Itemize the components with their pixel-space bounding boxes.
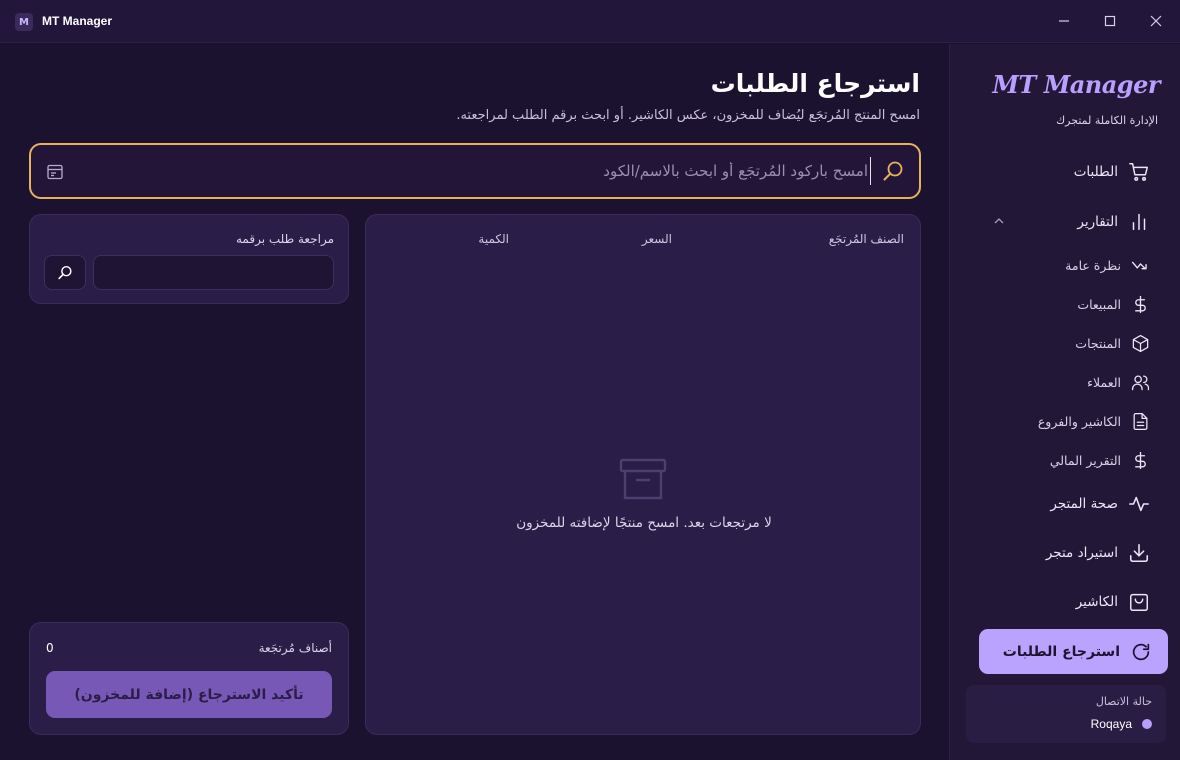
sidebar-item-label: استيراد متجر <box>1045 545 1118 561</box>
status-dot-icon <box>1142 719 1152 729</box>
archive-box-icon <box>619 458 667 500</box>
scan-bar <box>29 143 921 199</box>
trend-icon <box>1131 261 1147 269</box>
sidebar-item-label: المنتجات <box>1075 335 1121 351</box>
activity-icon <box>1129 496 1149 512</box>
sidebar-item-label: التقارير <box>1077 214 1118 230</box>
sidebar-item-label: نظرة عامة <box>1065 257 1121 273</box>
minimize-icon <box>1059 20 1069 22</box>
bag-icon <box>1130 593 1148 611</box>
connection-user-name: Roqaya <box>1090 717 1132 731</box>
order-lookup-card: مراجعة طلب برقمه <box>29 214 349 304</box>
column-header-price: السعر <box>641 232 672 246</box>
bar-chart-icon <box>1132 213 1146 231</box>
maximize-icon <box>1104 15 1116 27</box>
empty-state-text: لا مرتجعات بعد. امسح منتجًا لإضافته للمخ… <box>516 515 772 531</box>
scan-input[interactable] <box>91 157 871 185</box>
search-icon <box>883 161 903 181</box>
returned-items-label: أصناف مُرتجَعة <box>258 641 332 655</box>
minimize-button[interactable] <box>1054 11 1074 31</box>
sidebar-item-financial-report[interactable]: التقرير المالي <box>1050 447 1150 473</box>
page-title: استرجاع الطلبات <box>710 69 920 98</box>
sidebar-item-label: الكاشير والفروع <box>1037 413 1121 429</box>
app-title: MT Manager <box>42 14 113 28</box>
returned-items-count: 0 <box>46 641 54 655</box>
users-icon <box>1131 375 1150 390</box>
dollar-icon <box>1135 451 1146 469</box>
sidebar-item-label: صحة المتجر <box>1050 496 1118 512</box>
sidebar-item-products[interactable]: المنتجات <box>1075 330 1150 356</box>
close-icon <box>1150 15 1162 27</box>
close-button[interactable] <box>1146 11 1166 31</box>
order-number-input[interactable] <box>93 255 334 290</box>
page-subtitle: امسح المنتج المُرتجَع ليُضاف للمخزون، عك… <box>456 108 920 123</box>
order-lookup-button[interactable] <box>44 255 86 290</box>
document-icon <box>1133 412 1148 430</box>
column-header-quantity: الكمية <box>478 232 509 246</box>
sidebar-item-cashier-branches[interactable]: الكاشير والفروع <box>1038 408 1150 434</box>
sidebar-item-label: العملاء <box>1087 374 1121 390</box>
sidebar-item-overview[interactable]: نظرة عامة <box>1065 252 1150 278</box>
app-logo-icon: M <box>15 13 33 31</box>
sidebar: MT Manager الإدارة الكاملة لمتجرك الطلبا… <box>949 44 1180 760</box>
sidebar-item-order-returns[interactable]: استرجاع الطلبات <box>979 629 1168 674</box>
sidebar-item-label: استرجاع الطلبات <box>1002 643 1120 660</box>
brand-tagline: الإدارة الكاملة لمتجرك <box>1056 114 1158 127</box>
sidebar-item-label: الكاشير <box>1075 594 1118 610</box>
connection-status-card: حالة الاتصال Roqaya <box>966 685 1166 743</box>
sidebar-item-sales[interactable]: المبيعات <box>1077 291 1150 317</box>
sidebar-item-label: الطلبات <box>1073 164 1118 180</box>
sidebar-item-label: المبيعات <box>1077 296 1121 312</box>
main-content: استرجاع الطلبات امسح المنتج المُرتجَع لي… <box>0 44 949 760</box>
column-header-item: الصنف المُرتجَع <box>828 232 904 246</box>
returned-items-table: الصنف المُرتجَع السعر الكمية لا مرتجعات … <box>365 214 921 735</box>
return-summary-card: أصناف مُرتجَعة 0 تأكيد الاسترجاع (إضافة … <box>29 622 349 735</box>
sidebar-item-store-health[interactable]: صحة المتجر <box>1050 491 1150 517</box>
box-icon <box>1132 334 1149 352</box>
receipt-icon[interactable] <box>45 162 65 182</box>
sidebar-item-customers[interactable]: العملاء <box>1087 369 1150 395</box>
download-icon <box>1129 543 1149 563</box>
dollar-icon <box>1135 295 1146 313</box>
brand-logo: MT Manager <box>992 70 1160 99</box>
sidebar-item-cashier[interactable]: الكاشير <box>1076 589 1150 615</box>
chevron-up-icon[interactable] <box>992 214 1006 228</box>
maximize-button[interactable] <box>1100 11 1120 31</box>
title-bar: M MT Manager <box>0 0 1180 43</box>
confirm-return-button[interactable]: تأكيد الاسترجاع (إضافة للمخزون) <box>46 671 332 718</box>
sidebar-item-label: التقرير المالي <box>1049 452 1121 468</box>
sidebar-item-store-import[interactable]: استيراد متجر <box>1046 540 1150 566</box>
order-lookup-label: مراجعة طلب برقمه <box>235 232 334 246</box>
search-icon <box>58 265 72 279</box>
cart-icon <box>1129 163 1148 181</box>
sidebar-item-orders[interactable]: الطلبات <box>1074 159 1150 185</box>
refresh-icon <box>1132 643 1150 660</box>
connection-status-label: حالة الاتصال <box>1095 695 1152 708</box>
sidebar-item-reports[interactable]: التقارير <box>1077 209 1150 235</box>
